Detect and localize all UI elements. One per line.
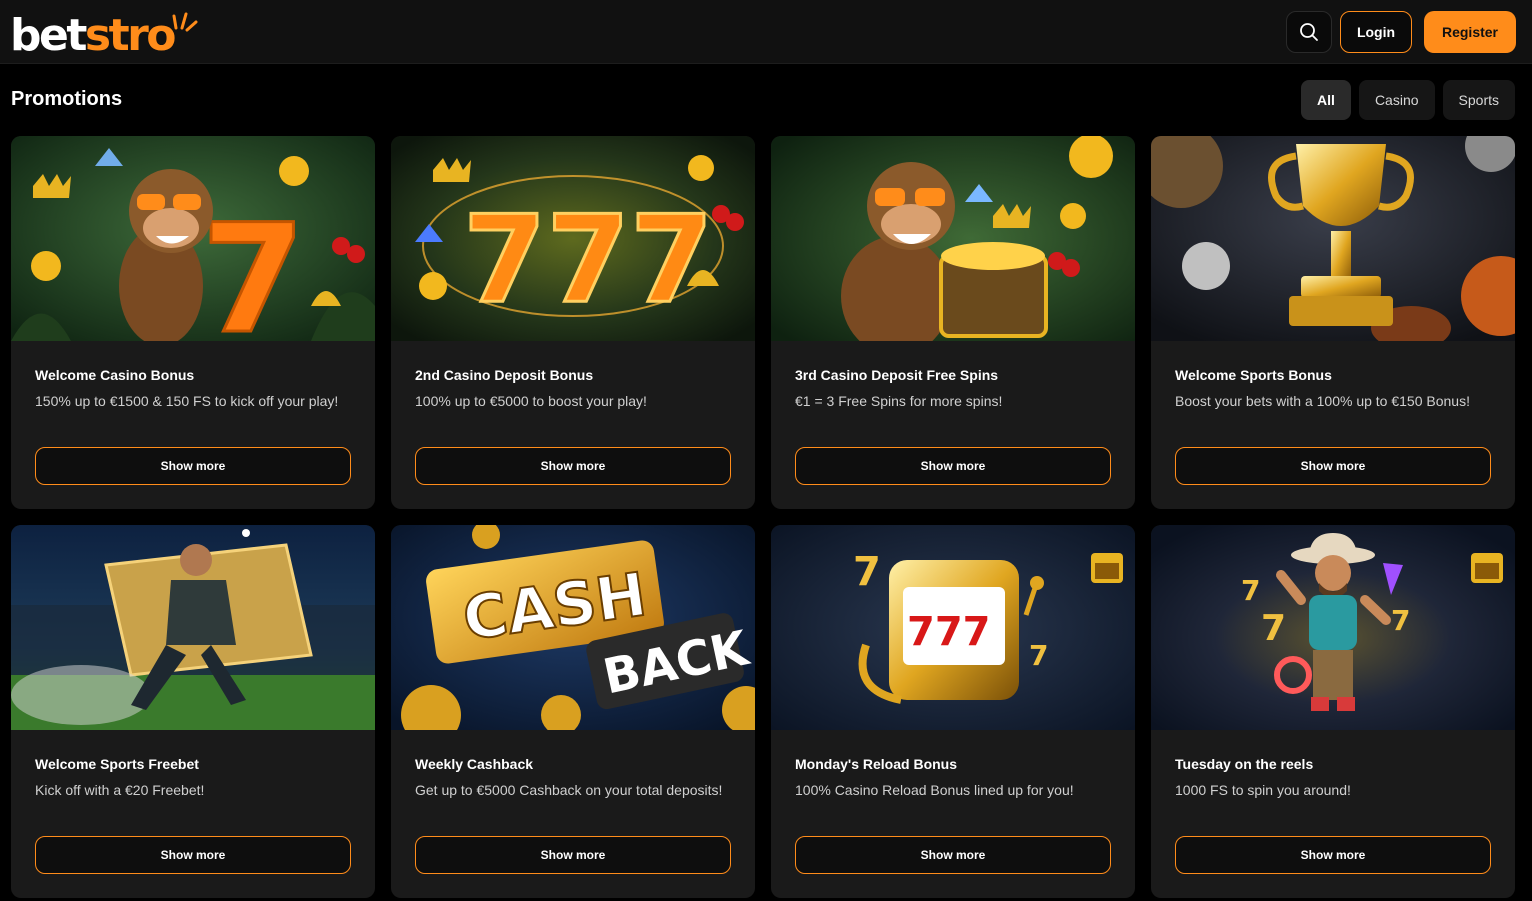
promo-image-golden-trophy xyxy=(1151,136,1515,341)
svg-text:777: 777 xyxy=(463,191,714,330)
show-more-button[interactable]: Show more xyxy=(35,447,351,485)
promo-image-slot-machine: 777 7 7 xyxy=(771,525,1135,730)
promo-title: 3rd Casino Deposit Free Spins xyxy=(795,367,999,383)
promo-card: Welcome Sports Freebet Kick off with a €… xyxy=(11,525,375,898)
svg-text:7: 7 xyxy=(201,193,305,341)
promo-title: Welcome Sports Bonus xyxy=(1175,367,1332,383)
show-more-button[interactable]: Show more xyxy=(35,836,351,874)
promo-image-football-player xyxy=(11,525,375,730)
svg-text:7: 7 xyxy=(853,549,881,595)
promo-card-body: 3rd Casino Deposit Free Spins €1 = 3 Fre… xyxy=(771,341,1135,509)
promo-card: CASH BACK Weekly Cashback Get up to €500… xyxy=(391,525,755,898)
promotions-grid: 7 Welcome Casino Bonus 150% up to €1500 … xyxy=(11,136,1515,898)
promo-description: Boost your bets with a 100% up to €150 B… xyxy=(1175,393,1470,409)
search-icon xyxy=(1300,23,1318,41)
promo-description: 1000 FS to spin you around! xyxy=(1175,782,1351,798)
promotion-filter-tabs: All Casino Sports xyxy=(1301,80,1515,120)
promo-card: 7 7 7 Tuesday on the reels 1000 FS to sp… xyxy=(1151,525,1515,898)
show-more-button[interactable]: Show more xyxy=(1175,836,1491,874)
tab-casino[interactable]: Casino xyxy=(1358,80,1435,120)
show-more-button[interactable]: Show more xyxy=(795,836,1111,874)
logo-sparkle-icon xyxy=(172,12,198,32)
promo-title: Welcome Sports Freebet xyxy=(35,756,199,772)
promo-description: Kick off with a €20 Freebet! xyxy=(35,782,205,798)
svg-text:7: 7 xyxy=(1261,608,1286,649)
show-more-button[interactable]: Show more xyxy=(415,447,731,485)
promo-title: Welcome Casino Bonus xyxy=(35,367,195,383)
promo-title: Monday's Reload Bonus xyxy=(795,756,958,772)
promo-title: Weekly Cashback xyxy=(415,756,534,772)
promo-description: 150% up to €1500 & 150 FS to kick off yo… xyxy=(35,393,339,409)
promo-card: 777 2nd Casino Deposit Bonus 100% up to … xyxy=(391,136,755,509)
tab-all[interactable]: All xyxy=(1301,80,1351,120)
top-header: bet stro Login Register xyxy=(0,0,1532,64)
promo-image-cowboy: 7 7 7 xyxy=(1151,525,1515,730)
register-button[interactable]: Register xyxy=(1424,11,1516,53)
promo-card: 777 7 7 Monday's Reload Bonus 100% Casin… xyxy=(771,525,1135,898)
svg-text:7: 7 xyxy=(1391,604,1410,637)
logo-text-stro: stro xyxy=(84,10,177,61)
promo-image-golden-777: 777 xyxy=(391,136,755,341)
promo-title: 2nd Casino Deposit Bonus xyxy=(415,367,594,383)
promo-card-body: Welcome Sports Bonus Boost your bets wit… xyxy=(1151,341,1515,509)
promo-card-body: Welcome Casino Bonus 150% up to €1500 & … xyxy=(11,341,375,509)
page-title: Promotions xyxy=(11,88,123,110)
svg-text:7: 7 xyxy=(1241,574,1260,607)
promo-description: €1 = 3 Free Spins for more spins! xyxy=(795,393,1003,409)
promo-card-body: Tuesday on the reels 1000 FS to spin you… xyxy=(1151,730,1515,898)
show-more-button[interactable]: Show more xyxy=(415,836,731,874)
show-more-button[interactable]: Show more xyxy=(795,447,1111,485)
promo-description: Get up to €5000 Cashback on your total d… xyxy=(415,782,723,798)
promo-image-cash-back: CASH BACK xyxy=(391,525,755,730)
svg-text:777: 777 xyxy=(907,609,991,655)
login-button[interactable]: Login xyxy=(1340,11,1412,53)
logo-text-bet: bet xyxy=(10,10,87,61)
search-button[interactable] xyxy=(1286,11,1332,53)
promo-card: 3rd Casino Deposit Free Spins €1 = 3 Fre… xyxy=(771,136,1135,509)
promo-card-body: Welcome Sports Freebet Kick off with a €… xyxy=(11,730,375,898)
promo-image-monkey-treasure xyxy=(771,136,1135,341)
promo-title: Tuesday on the reels xyxy=(1175,756,1314,772)
promo-card: 7 Welcome Casino Bonus 150% up to €1500 … xyxy=(11,136,375,509)
promo-card-body: 2nd Casino Deposit Bonus 100% up to €500… xyxy=(391,341,755,509)
betstro-logo[interactable]: bet stro xyxy=(10,8,198,61)
promo-card-body: Monday's Reload Bonus 100% Casino Reload… xyxy=(771,730,1135,898)
promo-description: 100% Casino Reload Bonus lined up for yo… xyxy=(795,782,1074,798)
promo-description: 100% up to €5000 to boost your play! xyxy=(415,393,647,409)
promo-card: Welcome Sports Bonus Boost your bets wit… xyxy=(1151,136,1515,509)
svg-text:7: 7 xyxy=(1029,639,1048,672)
promo-card-body: Weekly Cashback Get up to €5000 Cashback… xyxy=(391,730,755,898)
show-more-button[interactable]: Show more xyxy=(1175,447,1491,485)
tab-sports[interactable]: Sports xyxy=(1442,80,1515,120)
promo-image-monkey-seven: 7 xyxy=(11,136,375,341)
